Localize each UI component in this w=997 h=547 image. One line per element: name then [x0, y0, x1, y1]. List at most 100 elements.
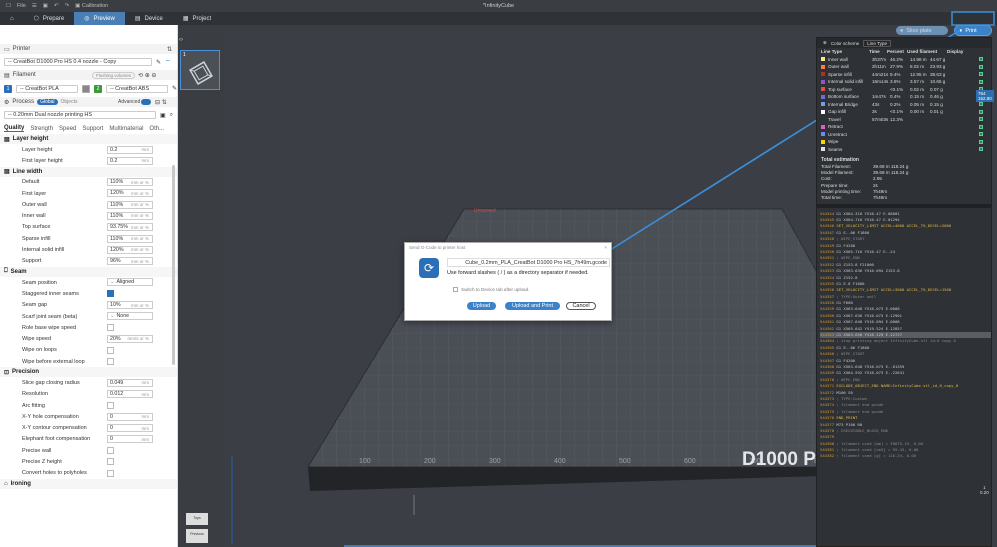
- collapse-icon[interactable]: ⊕: [823, 40, 827, 46]
- gcode-line-number: 544376: [820, 415, 835, 421]
- legend-time: 3h37m: [872, 56, 887, 62]
- legend-panel: ⊕ Color scheme Line Type Line Type Time …: [816, 37, 992, 547]
- gcode-command: M106 S0: [836, 389, 853, 395]
- legend-weight: 0.46 g: [930, 94, 943, 100]
- gcode-line-number: 544379: [820, 434, 835, 440]
- gcode-line-number: 544365: [820, 344, 835, 350]
- gcode-viewer[interactable]: 544344 G1 X564.316 Y516.47 E.08001 544345…: [817, 211, 991, 460]
- upload-and-print-button[interactable]: Upload and Print: [505, 302, 560, 310]
- gcode-line-number: 544350: [820, 248, 835, 254]
- gcode-line-number: 544380: [820, 440, 835, 446]
- total-label: Total time:: [821, 195, 842, 201]
- legend-name: Internal solid infill: [828, 79, 864, 85]
- legend-time: 16m14s: [872, 79, 889, 85]
- legend-display-checkbox[interactable]: [979, 57, 983, 62]
- switch-device-option[interactable]: Switch to Device tab after upload.: [453, 287, 529, 292]
- total-value: 2.95: [873, 176, 882, 182]
- total-value: 39.68 m 118.24 g: [873, 164, 909, 170]
- legend-percent: <0.1%: [890, 109, 904, 115]
- upload-button[interactable]: Upload: [467, 302, 496, 310]
- gcode-line-number: 544354: [820, 274, 835, 280]
- legend-swatch: [821, 124, 825, 129]
- legend-row[interactable]: Internal Bridge 43s 0.2% 0.05 m 0.15 g: [817, 101, 991, 109]
- dialog-title-bar: Send G-Code to printer host ×: [405, 243, 611, 252]
- gcode-command: G1 F4200: [836, 357, 856, 363]
- legend-weight: 23.93 g: [930, 64, 946, 70]
- legend-percent: 9.4%: [890, 71, 901, 77]
- total-label: Total Filament:: [821, 164, 851, 170]
- legend-display-checkbox[interactable]: [979, 64, 983, 69]
- send-gcode-dialog: Send G-Code to printer host × ⟳ Cube_0.2…: [404, 242, 612, 321]
- gcode-command: SET_VELOCITY_LIMIT ACCEL=4000 ACCEL_TO_D…: [836, 223, 952, 229]
- legend-display-checkbox[interactable]: [979, 117, 983, 122]
- gcode-line-number: 544356: [820, 287, 835, 293]
- legend-swatch: [821, 117, 825, 121]
- layer-bottom-tag[interactable]: 1 0.20: [980, 485, 989, 495]
- layer-top-height: 152.80: [978, 96, 992, 101]
- switch-device-checkbox[interactable]: [453, 287, 458, 292]
- legend-display-checkbox[interactable]: [979, 79, 983, 84]
- legend-weight: 0.07 g: [930, 86, 943, 92]
- total-value: 7h49m: [873, 188, 888, 194]
- legend-display-checkbox[interactable]: [979, 109, 983, 114]
- legend-swatch: [821, 109, 825, 114]
- cancel-button[interactable]: Cancel: [566, 302, 596, 310]
- gcode-line-number: 544359: [820, 306, 835, 312]
- legend-row[interactable]: Seams: [817, 146, 991, 154]
- legend-row[interactable]: Gap infill 3s <0.1% 0.00 m 0.01 g: [817, 108, 991, 116]
- gcode-command: G1 X564.316 Y516.47 E.08001: [836, 210, 900, 216]
- legend-row[interactable]: Travel 57m03s 12.3%: [817, 116, 991, 124]
- legend-row[interactable]: Internal solid infill 16m14s 3.5% 3.57 m 10.…: [817, 78, 991, 86]
- gcode-command: G1 F4200: [836, 242, 856, 248]
- legend-swatch: [821, 87, 825, 92]
- gcode-line-number: 544353: [820, 268, 835, 274]
- legend-time: 57m03s: [872, 116, 889, 122]
- legend-name: Wipe: [828, 139, 839, 145]
- gcode-command: G1 X563.648 Y516.073 E-.01359: [836, 364, 905, 369]
- gcode-command: ; WIPE_START: [836, 236, 865, 242]
- gcode-line-number: 544367: [820, 357, 835, 363]
- legend-weight: 38.63 g: [930, 71, 946, 77]
- gcode-command: ; TYPE:Custom: [836, 395, 867, 401]
- color-scheme-select[interactable]: Line Type: [863, 39, 892, 47]
- legend-time: 44m21s: [872, 71, 889, 77]
- gcode-line-number: 544346: [820, 223, 835, 229]
- col-display: Display: [947, 49, 964, 55]
- layer-top-tag[interactable]: 764 152.80: [976, 90, 994, 102]
- legend-row[interactable]: Bottom surface 1m47s 0.4% 0.15 m 0.46 g: [817, 93, 991, 101]
- legend-display-checkbox[interactable]: [979, 102, 983, 107]
- gcode-command: G1 X567.648 Y516.094 E.0008: [836, 319, 900, 325]
- legend-row[interactable]: Inner wall 3h37m 46.2% 14.98 m 44.67 g: [817, 56, 991, 64]
- legend-row[interactable]: Retract: [817, 123, 991, 131]
- legend-row[interactable]: Sparse infill 44m21s 9.4% 12.95 m 38.63 g: [817, 71, 991, 79]
- gcode-command: ; TYPE:Outer wall: [836, 293, 877, 299]
- legend-display-checkbox[interactable]: [979, 132, 983, 137]
- legend-row[interactable]: Unretract: [817, 131, 991, 139]
- legend-length: 12.95 m: [910, 71, 927, 77]
- legend-percent: 0.2%: [890, 101, 901, 107]
- legend-display-checkbox[interactable]: [979, 139, 983, 144]
- total-value: 39.68 m 118.24 g: [873, 170, 909, 176]
- legend-percent: 3.5%: [890, 79, 901, 85]
- legend-display-checkbox[interactable]: [979, 124, 983, 129]
- gcode-command: ; filament end gcode: [836, 408, 884, 414]
- legend-row[interactable]: Top surface <0.1% 0.02 m 0.07 g: [817, 86, 991, 94]
- legend-percent: <0.1%: [890, 86, 904, 92]
- legend-name: Travel: [828, 116, 841, 122]
- close-icon[interactable]: ×: [604, 245, 607, 250]
- gcode-command: ; EXECUTABLE_BLOCK_END: [836, 427, 888, 433]
- total-value: 7h49m: [873, 195, 888, 201]
- legend-display-checkbox[interactable]: [979, 72, 983, 77]
- legend-name: Retract: [828, 124, 843, 130]
- totals: Total Filament: 39.68 m 118.24 g Model Fil…: [817, 164, 991, 201]
- legend-row[interactable]: Wipe: [817, 138, 991, 146]
- gcode-command: ; filament end gcode: [836, 402, 884, 408]
- gcode-command: ; WIPE_END: [836, 255, 860, 261]
- legend-swatch: [821, 94, 825, 99]
- legend-display-checkbox[interactable]: [979, 147, 983, 152]
- total-estimation-title: Total estimation: [821, 156, 859, 163]
- legend-row[interactable]: Outer wall 2h11m 27.9% 8.02 m 23.93 g: [817, 63, 991, 71]
- layer-bottom-height: 0.20: [980, 490, 989, 495]
- filename-input[interactable]: Cube_0.2mm_PLA_CreatBot D1000 Pro HS_7h4…: [447, 258, 610, 267]
- legend-rows: Inner wall 3h37m 46.2% 14.98 m 44.67 g Outer …: [817, 56, 991, 154]
